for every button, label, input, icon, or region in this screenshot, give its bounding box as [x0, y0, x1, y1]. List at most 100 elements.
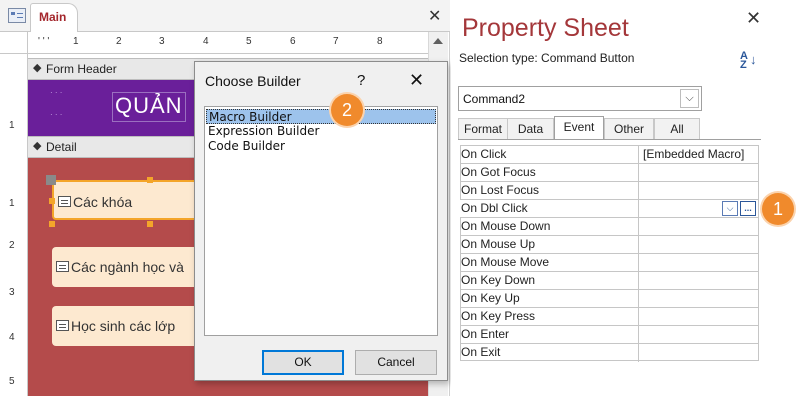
callout-badge-1: 1 — [762, 193, 794, 225]
column-divider — [638, 164, 639, 182]
property-row-on-dbl-click[interactable]: On Dbl Click ⌵ ... — [460, 199, 758, 218]
property-name: On Mouse Down — [461, 219, 551, 233]
detail-label: Detail — [46, 140, 77, 154]
ruler-number: 5 — [9, 376, 15, 387]
column-divider — [638, 146, 639, 164]
property-row-on-mouse-up[interactable]: On Mouse Up — [460, 235, 758, 254]
form-icon — [8, 8, 26, 23]
column-divider — [638, 182, 639, 200]
property-sheet-title: Property Sheet — [462, 14, 629, 42]
property-row-on-got-focus[interactable]: On Got Focus — [460, 163, 758, 182]
tab-format[interactable]: Format — [458, 118, 508, 139]
ruler-number: 8 — [377, 36, 383, 47]
property-row-on-key-up[interactable]: On Key Up — [460, 289, 758, 308]
chevron-down-icon[interactable]: ⌵ — [680, 89, 699, 108]
ruler-number: 1 — [9, 120, 15, 131]
move-handle[interactable] — [46, 175, 56, 185]
property-name: On Key Press — [461, 309, 536, 323]
property-name: On Key Up — [461, 291, 520, 305]
ruler-number: 1 — [9, 198, 15, 209]
ruler-number: 3 — [159, 36, 165, 47]
tab-main[interactable]: Main — [30, 3, 78, 32]
tab-main-label: Main — [39, 10, 67, 24]
property-tabs: Format Data Event Other All — [458, 116, 758, 140]
ruler-number: 4 — [203, 36, 209, 47]
help-icon[interactable]: ? — [357, 72, 365, 89]
header-title-label[interactable]: QUẢN — [112, 92, 186, 122]
close-icon[interactable]: ✕ — [409, 70, 424, 91]
resize-handle[interactable] — [49, 198, 55, 204]
tab-all[interactable]: All — [654, 118, 700, 139]
command-button-cac-khoa[interactable]: Các khóa — [52, 180, 212, 220]
build-ellipsis-button[interactable]: ... — [740, 201, 756, 216]
form-icon — [56, 261, 69, 272]
property-name: On Lost Focus — [461, 183, 540, 197]
close-icon[interactable]: ✕ — [746, 8, 761, 29]
access-window: Main ✕ ' ' ' 1 2 3 4 5 6 7 8 1 1 2 3 4 5… — [0, 0, 800, 396]
tab-divider — [458, 139, 761, 140]
property-name: On Exit — [461, 345, 501, 359]
object-selector-value: Command2 — [463, 92, 526, 106]
ruler-number: 2 — [116, 36, 122, 47]
command-button-hoc-sinh[interactable]: Học sinh các lớp — [52, 306, 212, 346]
property-row-on-enter[interactable]: On Enter — [460, 325, 758, 344]
list-item-macro-builder[interactable]: Macro Builder — [206, 109, 436, 124]
column-divider — [638, 254, 639, 272]
property-row-on-click[interactable]: On Click [Embedded Macro] — [460, 145, 758, 164]
command-button-label: Các ngành học và — [71, 259, 184, 275]
property-name: On Dbl Click — [461, 201, 528, 215]
document-tab-bar: Main ✕ — [0, 0, 450, 32]
section-arrow-icon: ◆ — [33, 62, 42, 74]
column-divider — [638, 218, 639, 236]
column-divider — [638, 272, 639, 290]
builder-list[interactable]: Macro Builder Expression Builder Code Bu… — [204, 106, 438, 336]
list-item-expression-builder[interactable]: Expression Builder — [206, 124, 436, 139]
choose-builder-dialog: Choose Builder ? ✕ Macro Builder Express… — [194, 61, 448, 381]
column-divider — [638, 236, 639, 254]
property-name: On Mouse Up — [461, 237, 536, 251]
close-icon[interactable]: ✕ — [428, 9, 441, 25]
ruler-number: 1 — [73, 36, 79, 47]
section-arrow-icon: ◆ — [33, 140, 42, 152]
column-divider — [638, 344, 639, 362]
column-divider — [638, 290, 639, 308]
column-divider — [638, 308, 639, 326]
property-row-on-lost-focus[interactable]: On Lost Focus — [460, 181, 758, 200]
tab-other[interactable]: Other — [604, 118, 654, 139]
object-selector[interactable]: Command2 ⌵ — [458, 86, 702, 111]
property-row-on-exit[interactable]: On Exit — [460, 343, 758, 362]
property-row-on-mouse-move[interactable]: On Mouse Move — [460, 253, 758, 272]
ruler-tick: ' ' ' — [38, 36, 50, 47]
callout-badge-2: 2 — [331, 94, 363, 126]
ruler-number: 7 — [333, 36, 339, 47]
ruler-number: 4 — [9, 332, 15, 343]
horizontal-ruler[interactable]: ' ' ' 1 2 3 4 5 6 7 8 — [28, 32, 428, 54]
property-row-on-key-down[interactable]: On Key Down — [460, 271, 758, 290]
grid-dots: · · · — [50, 110, 63, 119]
resize-handle[interactable] — [147, 177, 153, 183]
chevron-down-icon[interactable]: ⌵ — [722, 201, 738, 216]
vertical-ruler[interactable]: 1 1 2 3 4 5 — [0, 54, 28, 396]
resize-handle[interactable] — [49, 221, 55, 227]
command-button-cac-nganh[interactable]: Các ngành học và — [52, 247, 212, 287]
property-name: On Key Down — [461, 273, 536, 287]
tab-event[interactable]: Event — [554, 116, 604, 140]
cancel-button[interactable]: Cancel — [355, 350, 437, 375]
resize-handle[interactable] — [147, 221, 153, 227]
selection-type-label: Selection type: Command Button — [459, 51, 635, 65]
property-name: On Click — [461, 147, 507, 161]
tab-data[interactable]: Data — [507, 118, 554, 139]
grid-dots: · · · — [50, 88, 63, 97]
ok-button[interactable]: OK — [262, 350, 344, 375]
property-name: On Mouse Move — [461, 255, 550, 269]
property-name: On Enter — [461, 327, 510, 341]
scroll-up-icon[interactable] — [433, 38, 443, 44]
form-icon — [56, 320, 69, 331]
list-item-code-builder[interactable]: Code Builder — [206, 139, 436, 154]
ruler-corner[interactable] — [0, 32, 28, 54]
property-name: On Got Focus — [461, 165, 536, 179]
form-header-label: Form Header — [46, 62, 117, 76]
property-row-on-key-press[interactable]: On Key Press — [460, 307, 758, 326]
property-value[interactable]: [Embedded Macro] — [643, 147, 744, 161]
property-row-on-mouse-down[interactable]: On Mouse Down — [460, 217, 758, 236]
